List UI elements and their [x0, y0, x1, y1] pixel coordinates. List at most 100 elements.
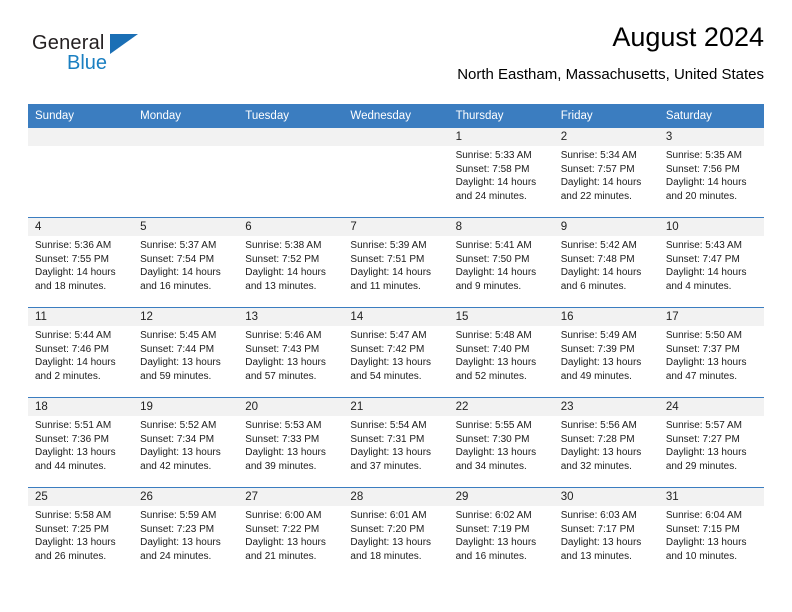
weekday-monday: Monday [140, 110, 182, 122]
day-number: 24 [658, 398, 764, 416]
day-cell[interactable]: 22 Sunrise: 5:55 AM Sunset: 7:30 PM Dayligh… [448, 398, 554, 487]
sunset-text: Sunset: 7:56 PM [665, 163, 740, 175]
sunset-text: Sunset: 7:22 PM [245, 523, 320, 535]
sunrise-text: Sunrise: 6:04 AM [665, 510, 742, 521]
day-cell[interactable]: 6 Sunrise: 5:38 AM Sunset: 7:52 PM Daylight… [238, 218, 344, 307]
day-cell[interactable]: 5 Sunrise: 5:37 AM Sunset: 7:54 PM Daylight… [133, 218, 239, 307]
sunset-text: Sunset: 7:58 PM [455, 163, 530, 175]
day-cell[interactable]: 11 Sunrise: 5:44 AM Sunset: 7:46 PM Dayligh… [28, 308, 134, 397]
day-number: 9 [553, 218, 659, 236]
daylight-text-line1: Daylight: 13 hours [560, 537, 642, 548]
brand-logo[interactable]: General Blue [32, 32, 212, 88]
day-cell[interactable]: 12 Sunrise: 5:45 AM Sunset: 7:44 PM Dayligh… [133, 308, 239, 397]
day-details: Sunrise: 5:43 AM Sunset: 7:47 PM Daylight:… [659, 236, 764, 293]
sunset-text: Sunset: 7:47 PM [665, 253, 740, 265]
day-cell[interactable]: 26 Sunrise: 5:59 AM Sunset: 7:23 PM Dayligh… [133, 488, 239, 577]
page-header: General Blue August 2024 North Eastham, … [28, 22, 764, 92]
sunset-text: Sunset: 7:27 PM [665, 433, 740, 445]
day-details: Sunrise: 5:37 AM Sunset: 7:54 PM Daylight:… [133, 236, 238, 293]
day-cell[interactable]: 4 Sunrise: 5:36 AM Sunset: 7:55 PM Daylight… [28, 218, 134, 307]
day-cell[interactable]: 2 Sunrise: 5:34 AM Sunset: 7:57 PM Daylight… [553, 128, 659, 217]
daylight-text-line1: Daylight: 13 hours [35, 447, 116, 458]
daylight-text-line2: and 16 minutes. [455, 550, 527, 562]
weekday-friday: Friday [560, 110, 593, 122]
calendar-week-row: 25 Sunrise: 5:58 AM Sunset: 7:25 PM Dayligh… [28, 487, 764, 577]
daylight-text-line2: and 59 minutes. [140, 370, 212, 382]
sunrise-text: Sunrise: 5:52 AM [140, 420, 217, 431]
day-cell[interactable]: 27 Sunrise: 6:00 AM Sunset: 7:22 PM Dayligh… [238, 488, 344, 577]
sunset-text: Sunset: 7:37 PM [665, 343, 740, 355]
sunset-text: Sunset: 7:52 PM [245, 253, 320, 265]
daylight-text-line1: Daylight: 13 hours [455, 537, 537, 548]
sunrise-text: Sunrise: 5:50 AM [665, 330, 742, 341]
sunset-text: Sunset: 7:43 PM [245, 343, 320, 355]
day-cell[interactable]: 30 Sunrise: 6:03 AM Sunset: 7:17 PM Dayligh… [553, 488, 659, 577]
day-details: Sunrise: 6:00 AM Sunset: 7:22 PM Daylight:… [238, 506, 343, 563]
day-details: Sunrise: 5:36 AM Sunset: 7:55 PM Daylight:… [28, 236, 133, 293]
day-cell[interactable]: 29 Sunrise: 6:02 AM Sunset: 7:19 PM Dayligh… [448, 488, 554, 577]
day-number: 7 [343, 218, 449, 236]
day-cell[interactable]: 16 Sunrise: 5:49 AM Sunset: 7:39 PM Dayligh… [553, 308, 659, 397]
daylight-text-line1: Daylight: 14 hours [35, 267, 116, 278]
day-details: Sunrise: 5:55 AM Sunset: 7:30 PM Daylight:… [449, 416, 554, 473]
day-cell-empty [238, 128, 344, 217]
daylight-text-line1: Daylight: 14 hours [455, 267, 537, 278]
sunrise-text: Sunrise: 5:56 AM [560, 420, 637, 431]
sunrise-text: Sunrise: 5:41 AM [455, 240, 532, 251]
daylight-text-line2: and 42 minutes. [140, 460, 212, 472]
daylight-text-line1: Daylight: 13 hours [245, 447, 326, 458]
day-cell[interactable]: 15 Sunrise: 5:48 AM Sunset: 7:40 PM Dayligh… [448, 308, 554, 397]
day-cell[interactable]: 9 Sunrise: 5:42 AM Sunset: 7:48 PM Daylight… [553, 218, 659, 307]
sunrise-text: Sunrise: 6:02 AM [455, 510, 532, 521]
day-cell[interactable]: 3 Sunrise: 5:35 AM Sunset: 7:56 PM Daylight… [658, 128, 764, 217]
day-details: Sunrise: 5:45 AM Sunset: 7:44 PM Daylight:… [133, 326, 238, 383]
day-details: Sunrise: 5:39 AM Sunset: 7:51 PM Daylight:… [343, 236, 448, 293]
day-number: 3 [658, 128, 764, 146]
day-cell[interactable]: 14 Sunrise: 5:47 AM Sunset: 7:42 PM Dayligh… [343, 308, 449, 397]
daylight-text-line2: and 2 minutes. [35, 370, 101, 382]
sunset-text: Sunset: 7:33 PM [245, 433, 320, 445]
daylight-text-line2: and 34 minutes. [455, 460, 527, 472]
calendar-week-row: 4 Sunrise: 5:36 AM Sunset: 7:55 PM Daylight… [28, 217, 764, 307]
day-number: 11 [28, 308, 134, 326]
daylight-text-line2: and 29 minutes. [665, 460, 738, 472]
day-cell[interactable]: 18 Sunrise: 5:51 AM Sunset: 7:36 PM Dayligh… [28, 398, 134, 487]
day-cell[interactable]: 1 Sunrise: 5:33 AM Sunset: 7:58 PM Daylight… [448, 128, 554, 217]
day-cell[interactable]: 17 Sunrise: 5:50 AM Sunset: 7:37 PM Dayligh… [658, 308, 764, 397]
sunset-text: Sunset: 7:42 PM [350, 343, 425, 355]
daylight-text-line1: Daylight: 13 hours [350, 537, 432, 548]
day-cell[interactable]: 25 Sunrise: 5:58 AM Sunset: 7:25 PM Dayligh… [28, 488, 134, 577]
daylight-text-line2: and 47 minutes. [665, 370, 738, 382]
sunset-text: Sunset: 7:19 PM [455, 523, 530, 535]
daylight-text-line2: and 32 minutes. [560, 460, 632, 472]
day-number: 2 [553, 128, 659, 146]
daylight-text-line1: Daylight: 14 hours [560, 267, 642, 278]
sunset-text: Sunset: 7:54 PM [140, 253, 215, 265]
day-cell[interactable]: 23 Sunrise: 5:56 AM Sunset: 7:28 PM Dayligh… [553, 398, 659, 487]
daylight-text-line2: and 24 minutes. [140, 550, 212, 562]
daylight-text-line1: Daylight: 13 hours [560, 357, 642, 368]
day-details: Sunrise: 6:02 AM Sunset: 7:19 PM Daylight:… [449, 506, 554, 563]
day-cell[interactable]: 8 Sunrise: 5:41 AM Sunset: 7:50 PM Daylight… [448, 218, 554, 307]
weekday-sunday: Sunday [35, 110, 75, 122]
day-cell[interactable]: 13 Sunrise: 5:46 AM Sunset: 7:43 PM Dayligh… [238, 308, 344, 397]
day-cell[interactable]: 28 Sunrise: 6:01 AM Sunset: 7:20 PM Dayligh… [343, 488, 449, 577]
daylight-text-line1: Daylight: 13 hours [245, 537, 326, 548]
day-cell[interactable]: 20 Sunrise: 5:53 AM Sunset: 7:33 PM Dayligh… [238, 398, 344, 487]
day-cell[interactable]: 21 Sunrise: 5:54 AM Sunset: 7:31 PM Dayligh… [343, 398, 449, 487]
day-cell[interactable]: 10 Sunrise: 5:43 AM Sunset: 7:47 PM Dayligh… [658, 218, 764, 307]
day-cell[interactable]: 19 Sunrise: 5:52 AM Sunset: 7:34 PM Dayligh… [133, 398, 239, 487]
day-cell[interactable]: 7 Sunrise: 5:39 AM Sunset: 7:51 PM Daylight… [343, 218, 449, 307]
day-number: 6 [238, 218, 344, 236]
calendar-page: General Blue August 2024 North Eastham, … [0, 0, 792, 612]
day-cell[interactable]: 24 Sunrise: 5:57 AM Sunset: 7:27 PM Dayligh… [658, 398, 764, 487]
daylight-text-line2: and 39 minutes. [245, 460, 317, 472]
day-cell[interactable]: 31 Sunrise: 6:04 AM Sunset: 7:15 PM Dayligh… [658, 488, 764, 577]
day-details: Sunrise: 5:42 AM Sunset: 7:48 PM Daylight:… [554, 236, 659, 293]
sunrise-text: Sunrise: 5:38 AM [245, 240, 322, 251]
sunset-text: Sunset: 7:28 PM [560, 433, 635, 445]
sunrise-text: Sunrise: 5:43 AM [665, 240, 742, 251]
calendar-grid: Sunday Monday Tuesday Wednesday Thursday… [28, 104, 764, 577]
sunrise-text: Sunrise: 5:49 AM [560, 330, 637, 341]
daylight-text-line1: Daylight: 13 hours [140, 537, 221, 548]
